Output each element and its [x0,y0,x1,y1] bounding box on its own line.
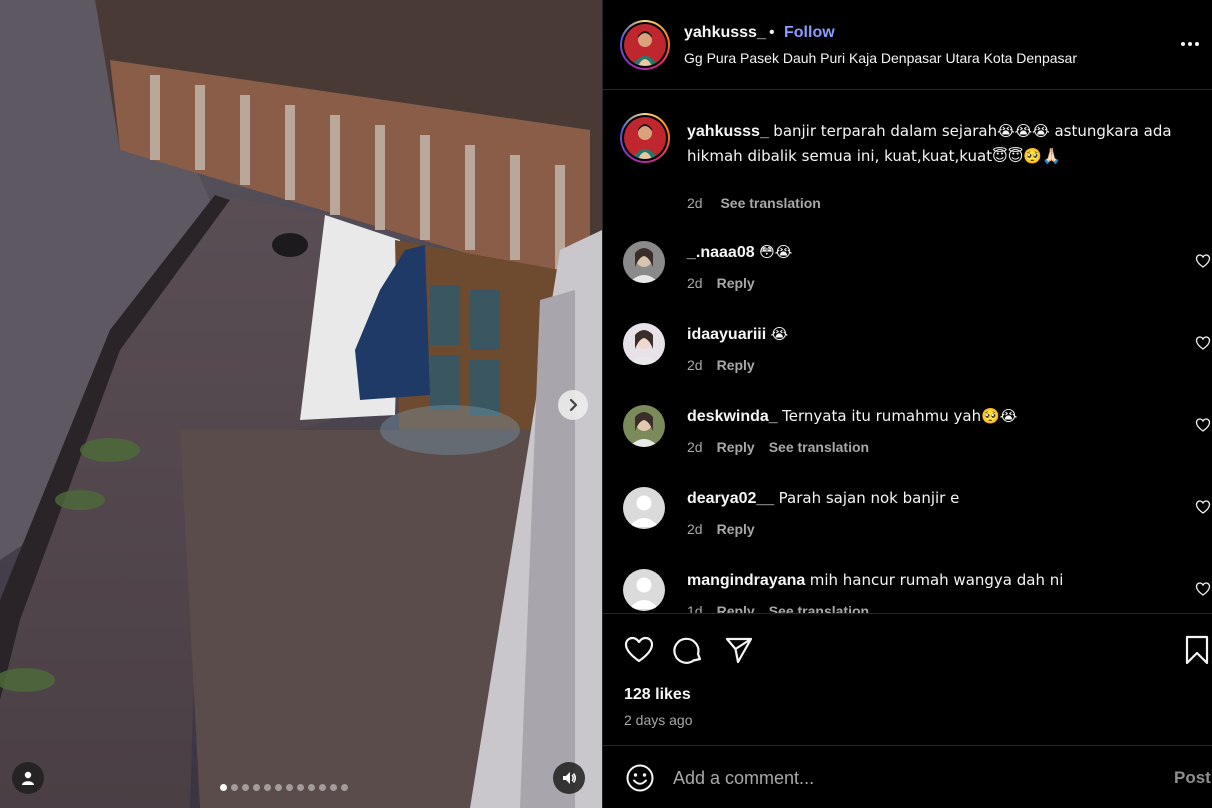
comment-row: idaayuariii 😭 2d Reply [603,323,1212,405]
comment-like-icon[interactable] [1195,335,1211,351]
emoji-icon[interactable] [624,762,656,794]
caption-avatar[interactable] [620,113,670,163]
comment-input[interactable] [673,764,1153,792]
comment-row: deskwinda_ Ternyata itu rumahmu yah🥺😭 2d R… [603,405,1212,487]
comment-body: deskwinda_ Ternyata itu rumahmu yah🥺😭 [687,407,1187,426]
author-avatar[interactable] [620,20,670,70]
comment-meta: 1d Reply See translation [687,603,883,613]
chevron-right-icon [569,398,578,412]
separator-dot: • [769,24,775,41]
post-timestamp[interactable]: 2 days ago [624,712,693,728]
post-actions: 128 likes 2 days ago [603,613,1212,744]
comment-text: Parah sajan nok banjir e [778,489,960,507]
post-details-panel: yahkusss_ • Follow Gg Pura Pasek Dauh Pu… [602,0,1212,808]
commenter-username[interactable]: _.naaa08 [687,244,755,261]
carousel-dot [253,784,260,791]
commenter-username[interactable]: mangindrayana [687,572,805,589]
comment-body: dearya02__ Parah sajan nok banjir e [687,489,1187,508]
comments-list[interactable]: yahkusss_ banjir terparah dalam sejarah😭… [603,91,1212,613]
comment-text: mih hancur rumah wangya dah ni [809,571,1064,589]
commenter-avatar[interactable] [623,323,665,365]
comment-row: mangindrayana mih hancur rumah wangya da… [603,569,1212,613]
next-slide-button[interactable] [558,390,588,420]
post-header: yahkusss_ • Follow Gg Pura Pasek Dauh Pu… [603,0,1212,90]
caption: yahkusss_ banjir terparah dalam sejarah😭… [687,119,1197,169]
comment-like-icon[interactable] [1195,417,1211,433]
like-count[interactable]: 128 likes [624,686,691,704]
see-translation-button[interactable]: See translation [769,603,869,613]
comment-age: 2d [687,521,703,537]
reply-button[interactable]: Reply [717,521,755,537]
user-tag-icon [22,771,34,785]
carousel-dot [308,784,315,791]
post-location[interactable]: Gg Pura Pasek Dauh Puri Kaja Denpasar Ut… [684,50,1077,66]
comment-icon[interactable] [673,634,705,666]
add-comment-bar: Post [603,745,1212,808]
comment-body: _.naaa08 😳😭 [687,243,1187,262]
post-media[interactable] [0,0,602,808]
tagged-users-button[interactable] [12,762,44,794]
comment-age: 2d [687,357,703,373]
comment-age: 1d [687,603,703,613]
flood-photo [0,0,602,808]
carousel-dot [330,784,337,791]
comment-meta: 2d Reply [687,357,769,373]
comment-meta: 2d Reply [687,275,769,291]
speaker-icon [563,772,576,784]
caption-age: 2d [687,195,703,211]
comment-like-icon[interactable] [1195,499,1211,515]
caption-meta: 2d See translation [687,195,835,211]
commenter-avatar[interactable] [623,241,665,283]
author-avatar-image [624,24,666,66]
reply-button[interactable]: Reply [717,357,755,373]
audio-toggle-button[interactable] [553,762,585,794]
carousel-dot [297,784,304,791]
comment-row: _.naaa08 😳😭 2d Reply [603,241,1212,323]
carousel-dot [220,784,227,791]
comment-meta: 2d Reply See translation [687,439,883,455]
more-horizontal-icon [1181,42,1185,46]
author-username[interactable]: yahkusss_ [684,24,766,42]
carousel-dot [319,784,326,791]
bookmark-icon[interactable] [1181,634,1212,666]
reply-button[interactable]: Reply [717,603,755,613]
comment-like-icon[interactable] [1195,253,1211,269]
carousel-dot [341,784,348,791]
see-translation-button[interactable]: See translation [769,439,869,455]
comment-text: 😭 [770,325,789,343]
carousel-dot [264,784,271,791]
caption-see-translation[interactable]: See translation [720,195,820,211]
carousel-indicator [220,784,348,791]
more-options-button[interactable] [1181,34,1205,54]
carousel-dot [242,784,249,791]
caption-username[interactable]: yahkusss_ [687,123,769,140]
commenter-avatar[interactable] [623,569,665,611]
commenter-avatar[interactable] [623,487,665,529]
comment-body: idaayuariii 😭 [687,325,1187,344]
post-comment-button[interactable]: Post [1174,768,1211,788]
comment-body: mangindrayana mih hancur rumah wangya da… [687,571,1187,590]
comment-age: 2d [687,439,703,455]
commenter-username[interactable]: deskwinda_ [687,408,778,425]
carousel-dot [286,784,293,791]
commenter-username[interactable]: idaayuariii [687,326,766,343]
comment-meta: 2d Reply [687,521,769,537]
comment-text: Ternyata itu rumahmu yah🥺😭 [782,407,1018,425]
heart-icon[interactable] [623,634,655,666]
reply-button[interactable]: Reply [717,439,755,455]
comment-row: dearya02__ Parah sajan nok banjir e 2d Rep… [603,487,1212,569]
reply-button[interactable]: Reply [717,275,755,291]
follow-button[interactable]: Follow [784,24,835,42]
send-icon[interactable] [723,634,755,666]
comment-age: 2d [687,275,703,291]
commenter-avatar[interactable] [623,405,665,447]
carousel-dot [275,784,282,791]
carousel-dot [231,784,238,791]
commenter-username[interactable]: dearya02__ [687,490,774,507]
comment-text: 😳😭 [759,243,793,261]
caption-avatar-image [624,117,666,159]
comment-like-icon[interactable] [1195,581,1211,597]
